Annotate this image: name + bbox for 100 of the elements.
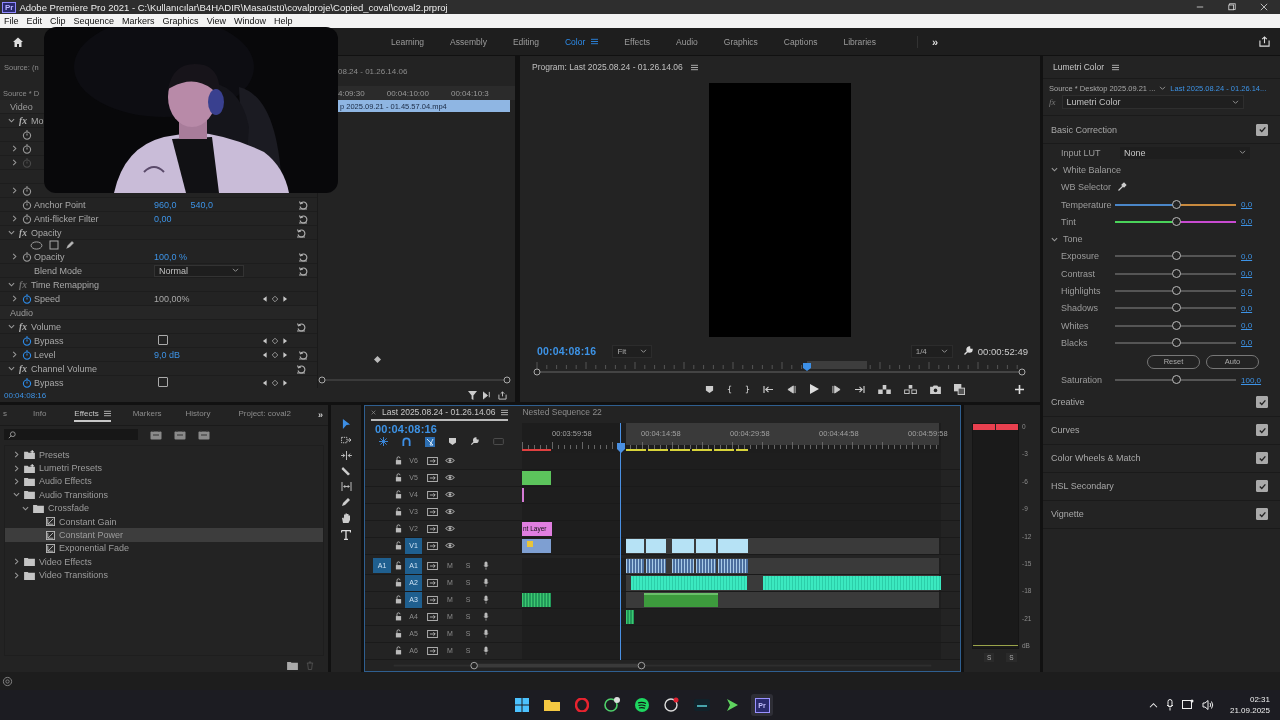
chevron-down-icon[interactable]: [1051, 235, 1058, 243]
minimize-icon[interactable]: [1196, 3, 1204, 11]
workspace-tab[interactable]: Graphics: [710, 36, 771, 47]
lock-icon[interactable]: [395, 524, 402, 534]
chevron-right-icon[interactable]: [13, 571, 20, 579]
marker-icon[interactable]: [449, 437, 456, 447]
menu-icon[interactable]: [501, 408, 509, 416]
stopwatch-icon[interactable]: [22, 213, 32, 224]
timecode[interactable]: 00:04:08:16: [4, 390, 47, 400]
playhead-handle[interactable]: [617, 442, 625, 453]
eye-icon[interactable]: [444, 508, 456, 516]
reset-icon[interactable]: [298, 199, 308, 210]
search-field[interactable]: [4, 429, 138, 440]
sync-lock-icon[interactable]: [427, 473, 438, 482]
reset-icon[interactable]: [296, 227, 306, 238]
workspace-tab[interactable]: Learning: [378, 36, 438, 47]
slider-value[interactable]: 0,0: [1241, 321, 1253, 331]
audio-clip[interactable]: [696, 558, 716, 573]
effects-tree-item[interactable]: Constant Power: [5, 528, 323, 542]
clock-date[interactable]: 21.09.2025: [1229, 705, 1270, 716]
mark-in-icon[interactable]: [727, 384, 732, 394]
reset-icon[interactable]: [298, 349, 308, 360]
eye-icon[interactable]: [444, 491, 456, 499]
share-icon[interactable]: [1259, 36, 1270, 47]
slider-thumb[interactable]: [1171, 268, 1181, 278]
effects-tree-item[interactable]: Crossfade: [5, 501, 323, 515]
panel-tab[interactable]: Project: coval2: [238, 408, 291, 422]
keyframe-navigator-icon[interactable]: [262, 378, 288, 387]
play-icon[interactable]: [809, 384, 819, 394]
slider-thumb[interactable]: [1171, 337, 1181, 347]
workspace-tab[interactable]: Libraries: [830, 36, 889, 47]
video-clip[interactable]: [522, 538, 551, 553]
slider-thumb[interactable]: [1171, 286, 1181, 295]
checkbox[interactable]: [1256, 452, 1268, 465]
chevron-right-icon[interactable]: [13, 451, 20, 459]
scrollbar[interactable]: [318, 376, 511, 384]
effects-tree-item[interactable]: Video Transitions: [5, 568, 323, 582]
rectangle-mask-icon[interactable]: [49, 240, 59, 250]
slider-thumb[interactable]: [1171, 320, 1181, 330]
video-clip[interactable]: [626, 538, 644, 553]
lock-icon[interactable]: [395, 561, 402, 571]
lock-icon[interactable]: [395, 629, 402, 639]
eye-icon[interactable]: [444, 474, 456, 482]
effects-tree-item[interactable]: Exponential Fade: [5, 541, 323, 556]
stopwatch-icon[interactable]: [22, 335, 32, 346]
sync-lock-icon[interactable]: [427, 612, 438, 621]
panel-tab[interactable]: s: [3, 408, 7, 422]
stopwatch-icon[interactable]: [22, 185, 32, 196]
razor-tool-icon[interactable]: [341, 466, 351, 476]
resolution-dropdown[interactable]: 1/4: [910, 344, 953, 358]
slider-value[interactable]: 100,0: [1241, 375, 1262, 385]
checkbox[interactable]: [1256, 123, 1268, 136]
fx-badge[interactable]: fx: [19, 321, 27, 332]
linked-selection-icon[interactable]: [425, 436, 435, 447]
lut-dropdown[interactable]: None: [1120, 146, 1250, 159]
effects-tree-item[interactable]: Video Effects: [5, 555, 323, 569]
slider-track[interactable]: [1115, 324, 1236, 327]
video-clip[interactable]: [696, 538, 716, 553]
menu-item[interactable]: Window: [230, 16, 270, 26]
panel-tab[interactable]: History: [185, 408, 211, 422]
camera-icon[interactable]: [930, 384, 941, 394]
play-audio-icon[interactable]: [483, 390, 492, 400]
video-clip[interactable]: [646, 538, 666, 553]
menu-item[interactable]: Help: [270, 16, 297, 26]
sync-lock-icon[interactable]: [427, 541, 438, 550]
menu-item[interactable]: Clip: [46, 16, 70, 26]
pen-tool-icon[interactable]: [341, 497, 351, 507]
effects-tree-item[interactable]: Lumetri Presets: [5, 461, 323, 475]
new-bin-icon[interactable]: [287, 660, 298, 670]
network-icon[interactable]: [1181, 699, 1194, 711]
sync-lock-icon[interactable]: [427, 507, 438, 516]
video-clip[interactable]: [718, 538, 748, 553]
chevron-right-icon[interactable]: [13, 464, 20, 472]
sync-lock-icon[interactable]: [427, 646, 438, 655]
slider-thumb[interactable]: [1171, 303, 1181, 313]
lock-icon[interactable]: [395, 456, 402, 466]
slider-value[interactable]: 0,0: [1241, 286, 1253, 296]
clock-time[interactable]: 02:31: [1249, 694, 1270, 705]
checkbox[interactable]: [1256, 424, 1268, 437]
slip-tool-icon[interactable]: [340, 482, 352, 491]
section-header[interactable]: Color Wheels & Match: [1051, 453, 1141, 464]
export-icon[interactable]: [498, 390, 507, 400]
sequence-tab[interactable]: Nested Sequence 22: [522, 407, 602, 422]
stopwatch-icon[interactable]: [22, 251, 32, 262]
chevron-down-icon[interactable]: [22, 504, 29, 512]
workspace-tab[interactable]: Captions: [770, 36, 831, 47]
workspace-tab[interactable]: Audio: [663, 36, 711, 47]
slider-value[interactable]: 0,0: [1241, 217, 1253, 227]
sequence-tab[interactable]: Last 2025.08.24 - 01.26.14.06: [371, 407, 509, 422]
lock-icon[interactable]: [395, 612, 402, 622]
audio-clip[interactable]: [672, 558, 694, 573]
effects-tree-item[interactable]: Audio Effects: [5, 474, 323, 489]
property-value[interactable]: 0,00: [154, 213, 172, 224]
group-header[interactable]: White Balance: [1063, 164, 1122, 175]
lock-icon[interactable]: [395, 595, 402, 605]
timecode[interactable]: 00:04:08:16: [537, 345, 597, 357]
checkbox[interactable]: [1256, 508, 1268, 521]
pen-icon[interactable]: [65, 240, 75, 250]
fx-badge[interactable]: fx: [19, 115, 27, 126]
checkbox[interactable]: [1256, 480, 1268, 493]
